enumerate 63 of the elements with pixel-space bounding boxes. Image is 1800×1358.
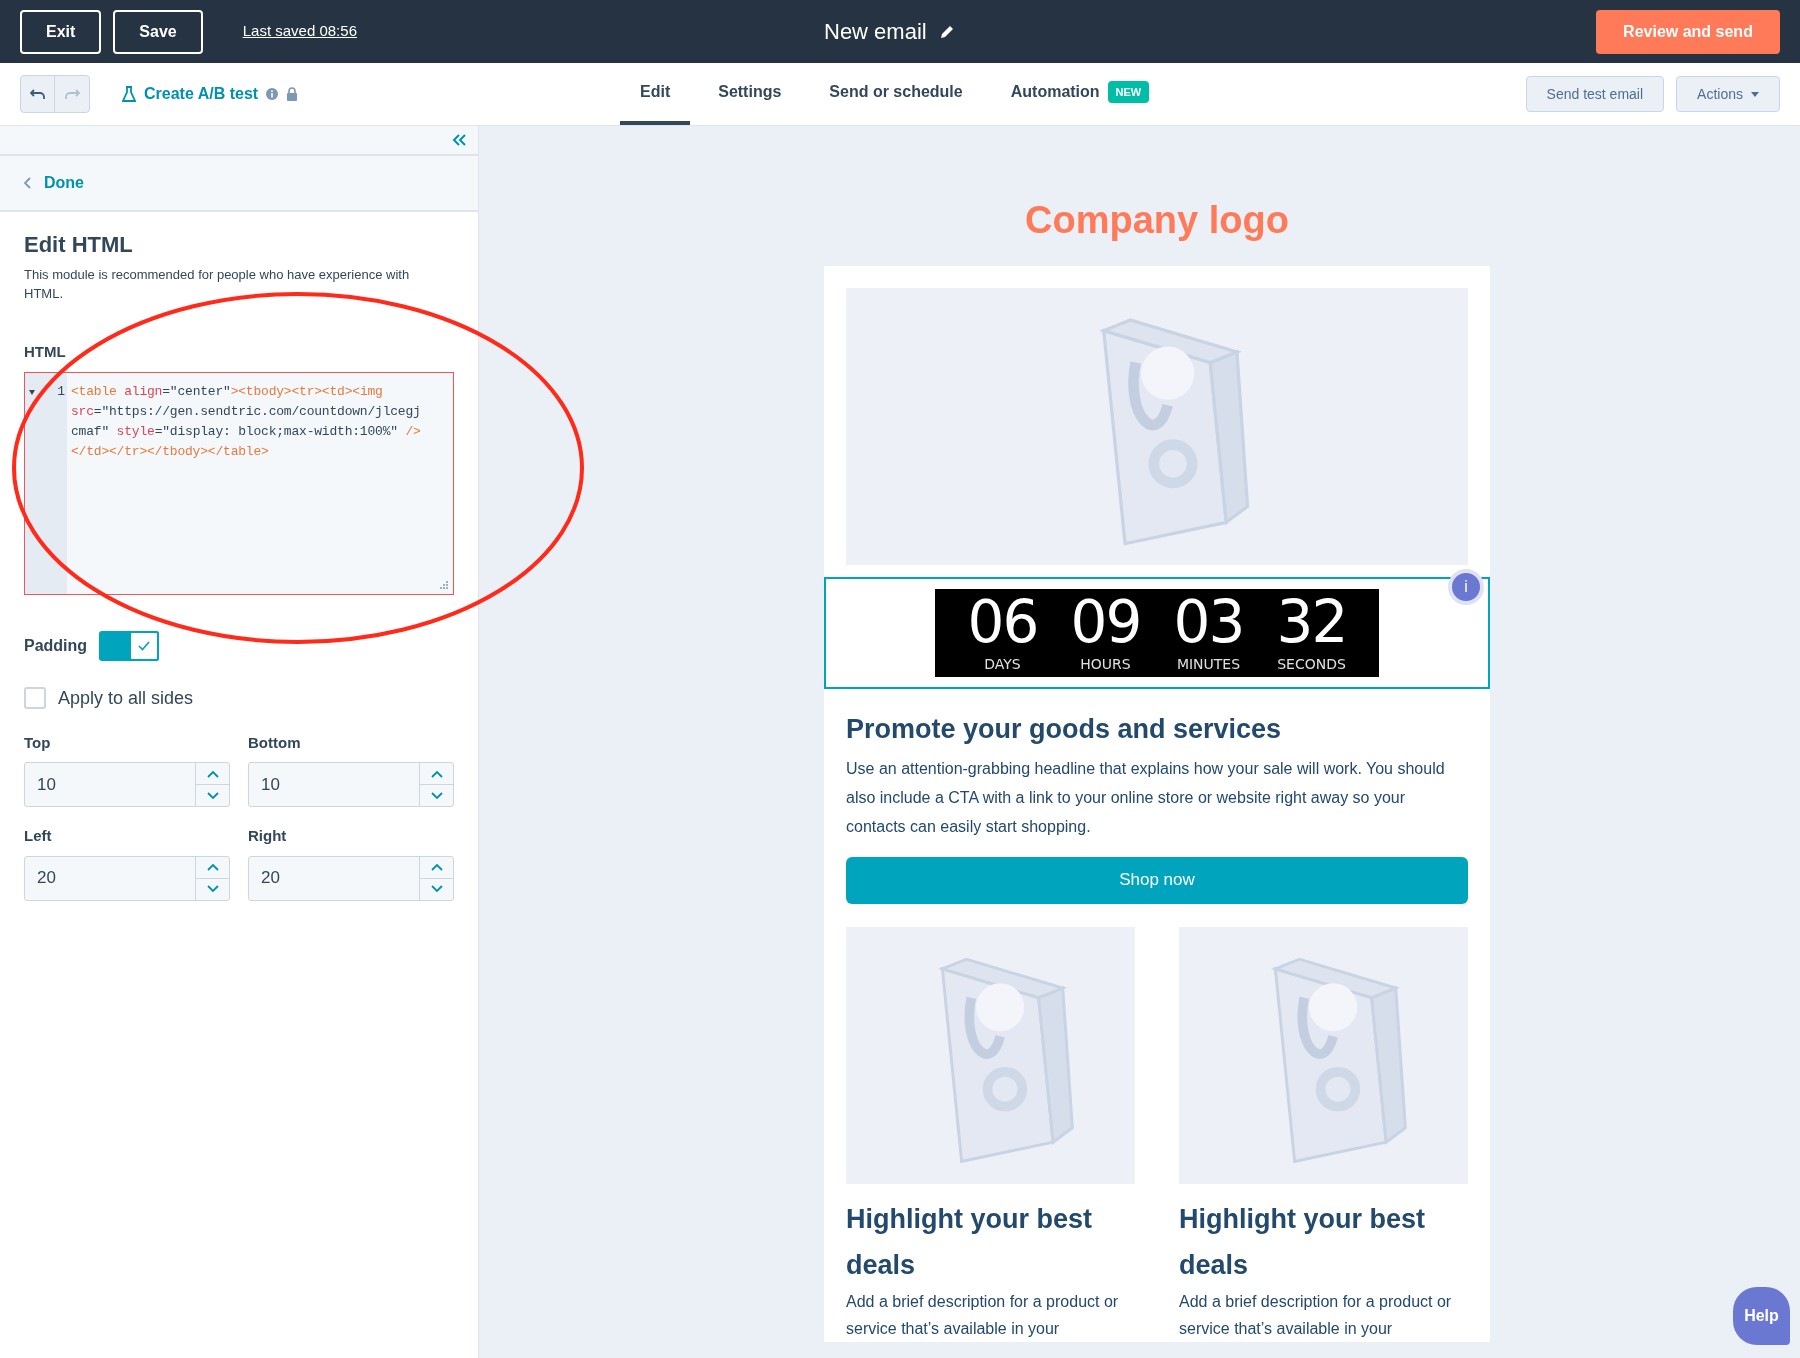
check-icon	[138, 640, 151, 651]
field-label: Right	[248, 826, 288, 846]
increment-icon[interactable]	[430, 769, 443, 778]
apply-all-label: Apply to all sides	[58, 686, 194, 710]
last-saved-link[interactable]: Last saved 08:56	[242, 20, 357, 43]
panel-heading: Edit HTML	[24, 231, 134, 259]
email-title: New email	[824, 18, 927, 46]
card-text: Add a brief description for a product or service that’s available in your	[846, 1291, 1120, 1339]
increment-icon[interactable]	[430, 863, 443, 871]
field-label: Top	[24, 732, 52, 753]
countdown-digits: 06	[967, 589, 1038, 655]
field-label: Bottom	[248, 732, 302, 753]
tab[interactable]: Automation NEW	[990, 63, 1170, 125]
tab[interactable]: Settings	[698, 63, 802, 125]
decrement-icon[interactable]	[206, 791, 219, 800]
line-number: 1	[57, 382, 65, 401]
caret-icon	[1751, 91, 1759, 97]
section-heading: Promote your goods and services	[846, 713, 1283, 746]
increment-icon[interactable]	[206, 863, 219, 871]
create-ab-test-link[interactable]: Create A/B test	[144, 82, 259, 106]
decrement-icon[interactable]	[430, 791, 443, 800]
card-heading: Highlight your best deals	[1179, 1202, 1426, 1282]
countdown-digits: 09	[1070, 589, 1141, 655]
countdown-unit: HOURS	[1080, 655, 1131, 673]
increment-icon[interactable]	[206, 769, 219, 778]
fold-arrow-icon[interactable]	[29, 389, 35, 395]
info-badge[interactable]: i	[1448, 569, 1484, 605]
decrement-icon[interactable]	[430, 885, 443, 893]
flask-icon	[122, 86, 136, 102]
actions-dropdown[interactable]: Actions	[1676, 76, 1780, 112]
countdown-unit: MINUTES	[1176, 655, 1241, 673]
code-editor[interactable]: 1 <table align="center"><tbody><tr><td><img src="https://gen.sendtric.com/countdown/jlcegj cmaf" style="display: block;max-width:100%" /> </td></tr></tbody></table>	[24, 371, 454, 595]
panel-description: This module is recommended for people who have experience with HTML.	[24, 266, 411, 303]
card-heading: Highlight your best deals	[846, 1202, 1093, 1282]
code-text: <table align="center"><tbody><tr><td><img src="https://gen.sendtric.com/countdown/jlcegj cmaf" style="display: block;max-width:100%" /> </td></tr></tbody></table>	[70, 382, 421, 461]
collapse-icon[interactable]	[452, 134, 466, 146]
company-logo: Company logo	[1025, 198, 1289, 243]
lock-icon	[286, 87, 299, 101]
chevron-left-icon[interactable]	[24, 177, 32, 189]
field-label: Left	[24, 826, 53, 846]
countdown-unit: SECONDS	[1277, 655, 1346, 673]
countdown-digits: 32	[1276, 589, 1347, 655]
number-field[interactable]: 20	[248, 855, 454, 901]
tab[interactable]: Send or schedule	[809, 63, 983, 125]
number-field[interactable]: 10	[248, 762, 454, 807]
resize-grip-icon[interactable]	[439, 579, 449, 590]
countdown-unit: DAYS	[984, 655, 1021, 673]
send-test-email-button[interactable]: Send test email	[1525, 76, 1665, 112]
info-icon	[266, 88, 279, 100]
padding-label: Padding	[24, 635, 88, 656]
section-body: Use an attention-grabbing headline that explains how your sale will work. You should also include a CTA with a link to your online store or website right away so your contacts can easily start shopping.	[846, 758, 1446, 837]
exit-button[interactable]: Exit	[20, 9, 102, 54]
number-field[interactable]: 10	[24, 762, 230, 807]
card-text: Add a brief description for a product or service that’s available in your	[1179, 1291, 1453, 1339]
padding-toggle[interactable]	[99, 630, 160, 661]
html-label: HTML	[24, 342, 67, 362]
number-field[interactable]: 20	[24, 855, 230, 901]
apply-all-checkbox[interactable]	[24, 687, 46, 709]
save-button[interactable]: Save	[113, 9, 203, 54]
decrement-icon[interactable]	[206, 885, 219, 893]
countdown-digits: 03	[1173, 589, 1244, 655]
new-badge: NEW	[1107, 80, 1150, 104]
pencil-icon[interactable]	[938, 23, 955, 40]
